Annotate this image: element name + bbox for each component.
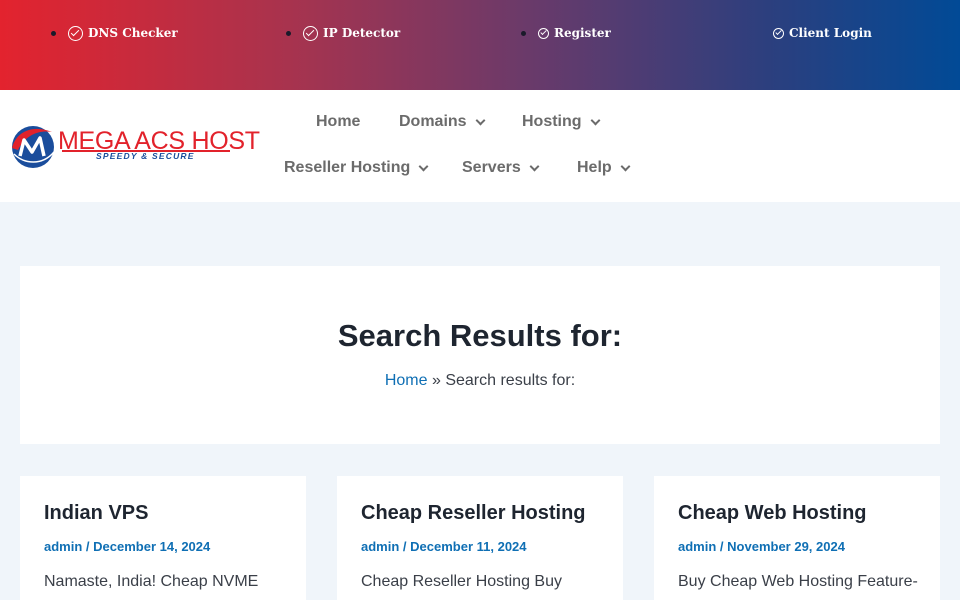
post-excerpt: Cheap Reseller Hosting Buy bbox=[361, 573, 562, 590]
list-bullet bbox=[286, 31, 291, 36]
nav-reseller-hosting[interactable]: Reseller Hosting bbox=[284, 158, 429, 178]
breadcrumb-separator: » bbox=[431, 372, 441, 389]
post-author-link[interactable]: admin bbox=[678, 539, 716, 554]
post-date: November 29, 2024 bbox=[727, 539, 845, 554]
post-card: Indian VPS admin / December 14, 2024 Nam… bbox=[20, 476, 306, 600]
post-title-link[interactable]: Cheap Reseller Hosting bbox=[361, 502, 586, 525]
dns-checker-label: DNS Checker bbox=[88, 26, 178, 40]
chevron-down-icon bbox=[620, 161, 631, 171]
post-title-link[interactable]: Cheap Web Hosting bbox=[678, 502, 867, 525]
top-bar: DNS Checker IP Detector Register Client … bbox=[0, 0, 960, 90]
search-results-panel: Search Results for: Home » Search result… bbox=[20, 266, 940, 444]
site-logo[interactable]: MEGA ACS HOST SPEEDY & SECURE bbox=[10, 124, 260, 170]
post-excerpt: Namaste, India! Cheap NVME bbox=[44, 573, 259, 590]
nav-domains-label: Domains bbox=[399, 113, 467, 130]
post-author-link[interactable]: admin bbox=[361, 539, 399, 554]
ip-detector-label: IP Detector bbox=[323, 26, 401, 40]
client-login-label: Client Login bbox=[789, 26, 872, 40]
register-link[interactable]: Register bbox=[538, 24, 611, 42]
register-label: Register bbox=[554, 26, 611, 40]
post-excerpt: Buy Cheap Web Hosting Feature- bbox=[678, 573, 918, 590]
post-author-link[interactable]: admin bbox=[44, 539, 82, 554]
post-meta: admin / December 11, 2024 bbox=[361, 539, 527, 554]
breadcrumb: Home » Search results for: bbox=[20, 372, 940, 390]
logo-mark-icon bbox=[12, 126, 55, 168]
post-date: December 11, 2024 bbox=[410, 539, 527, 554]
check-circle-icon bbox=[68, 25, 83, 41]
chevron-down-icon bbox=[418, 161, 429, 171]
nav-reseller-hosting-label: Reseller Hosting bbox=[284, 159, 411, 176]
site-header: MEGA ACS HOST SPEEDY & SECURE Home Domai… bbox=[0, 90, 960, 202]
chevron-down-icon bbox=[475, 115, 486, 125]
post-meta: admin / November 29, 2024 bbox=[678, 539, 845, 554]
nav-home[interactable]: Home bbox=[316, 112, 360, 132]
list-bullet bbox=[51, 31, 56, 36]
nav-servers[interactable]: Servers bbox=[462, 158, 540, 178]
check-circle-icon bbox=[773, 27, 784, 39]
nav-servers-label: Servers bbox=[462, 159, 521, 176]
logo-tagline: SPEEDY & SECURE bbox=[96, 151, 195, 161]
nav-home-label: Home bbox=[316, 113, 361, 130]
post-meta: admin / December 14, 2024 bbox=[44, 539, 210, 554]
nav-help[interactable]: Help bbox=[577, 158, 631, 178]
list-bullet bbox=[521, 31, 526, 36]
nav-hosting-label: Hosting bbox=[522, 113, 582, 130]
nav-help-label: Help bbox=[577, 159, 612, 176]
post-card: Cheap Web Hosting admin / November 29, 2… bbox=[654, 476, 940, 600]
nav-domains[interactable]: Domains bbox=[399, 112, 486, 132]
check-circle-icon bbox=[303, 25, 318, 41]
breadcrumb-home-link[interactable]: Home bbox=[385, 372, 428, 389]
dns-checker-link[interactable]: DNS Checker bbox=[68, 24, 178, 42]
chevron-down-icon bbox=[590, 115, 600, 125]
client-login-link[interactable]: Client Login bbox=[773, 24, 872, 42]
nav-hosting[interactable]: Hosting bbox=[522, 112, 600, 132]
post-card: Cheap Reseller Hosting admin / December … bbox=[337, 476, 623, 600]
post-title-link[interactable]: Indian VPS bbox=[44, 502, 148, 525]
page-title: Search Results for: bbox=[337, 318, 623, 353]
ip-detector-link[interactable]: IP Detector bbox=[303, 24, 400, 42]
check-circle-icon bbox=[538, 27, 549, 39]
chevron-down-icon bbox=[529, 161, 540, 171]
breadcrumb-current: Search results for: bbox=[445, 372, 576, 389]
post-date: December 14, 2024 bbox=[93, 539, 211, 554]
